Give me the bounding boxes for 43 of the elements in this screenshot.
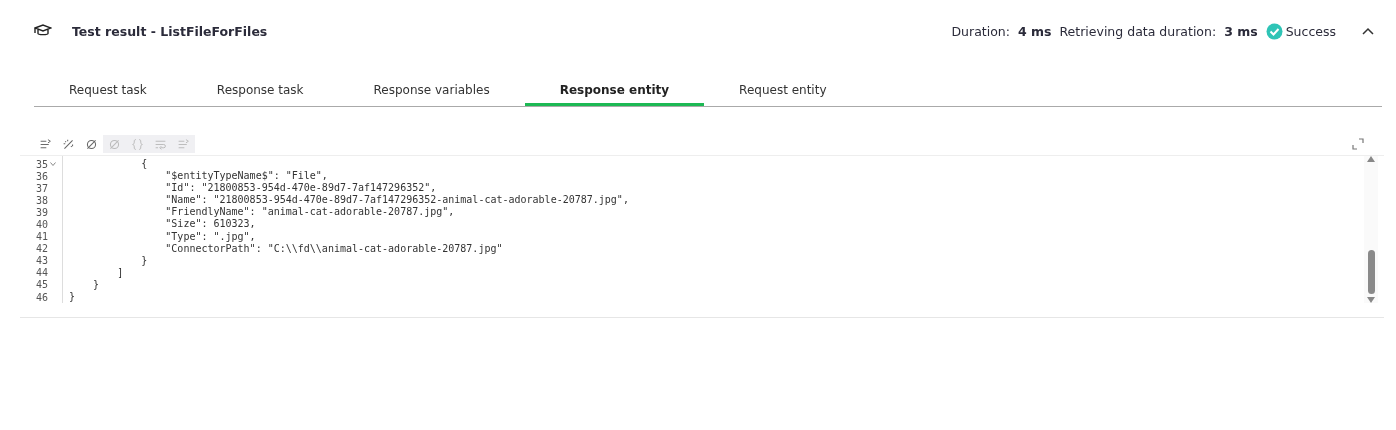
code-line: "Type": ".jpg", (164, 230, 256, 242)
line-number: 45 (36, 279, 49, 291)
line-number: 43 (36, 255, 49, 267)
code-line: } (140, 254, 148, 266)
scroll-down-icon[interactable] (1367, 297, 1375, 304)
tab[interactable]: Response task (181, 76, 339, 106)
line-number: 38 (36, 194, 49, 206)
tab[interactable]: Request entity (704, 76, 862, 106)
code-line: "Id": "21800853-954d-470e-89d7-7af147296352", (164, 182, 437, 194)
expand-icon[interactable] (1352, 138, 1364, 150)
line-number: 39 (36, 206, 49, 218)
check-circle-icon (1265, 22, 1283, 40)
scroll-up-icon[interactable] (1367, 156, 1375, 162)
code-line: "ConnectorPath": "C:\\fd\\animal-cat-adorable-20787.jpg" (164, 242, 503, 254)
code-line: "Size": 610323, (164, 218, 256, 230)
code-line: ] (116, 266, 124, 278)
line-number: 35 (36, 158, 49, 170)
line-number: 44 (36, 267, 49, 279)
scrollbar-thumb[interactable] (1367, 250, 1375, 295)
result-title: Test result - ListFileForFiles (72, 23, 268, 39)
line-number: 40 (36, 219, 49, 230)
retrieving-label: Retrieving data duration: (1059, 23, 1217, 39)
tab[interactable]: Request task (34, 76, 182, 106)
line-number: 42 (36, 243, 49, 255)
line-number: 37 (36, 182, 49, 194)
code-line: "$entityTypeName$": "File", (164, 170, 328, 182)
tab[interactable]: Response variables (338, 76, 525, 106)
tab[interactable]: Response entity (524, 76, 705, 106)
code-line: "FriendlyName": "animal-cat-adorable-20787.jpg", (164, 206, 455, 218)
line-number: 36 (36, 170, 49, 182)
fold-caret-icon[interactable] (50, 162, 57, 167)
retrieving-value: 3 ms (1224, 23, 1258, 39)
duration-label: Duration: (951, 23, 1010, 39)
status-text: Success (1285, 23, 1336, 39)
line-number: 46 (36, 291, 49, 303)
code-line: "Name": "21800853-954d-470e-89d7-7af147296352-animal-cat-adorable-20787.jpg", (164, 194, 629, 206)
code-line: } (69, 291, 76, 303)
code-line: } (92, 278, 100, 290)
code-line: { (140, 158, 148, 169)
line-number: 41 (36, 231, 49, 243)
graduation-cap-icon (34, 24, 52, 38)
chevron-up-icon[interactable] (1362, 27, 1374, 35)
duration-value: 4 ms (1017, 23, 1052, 39)
